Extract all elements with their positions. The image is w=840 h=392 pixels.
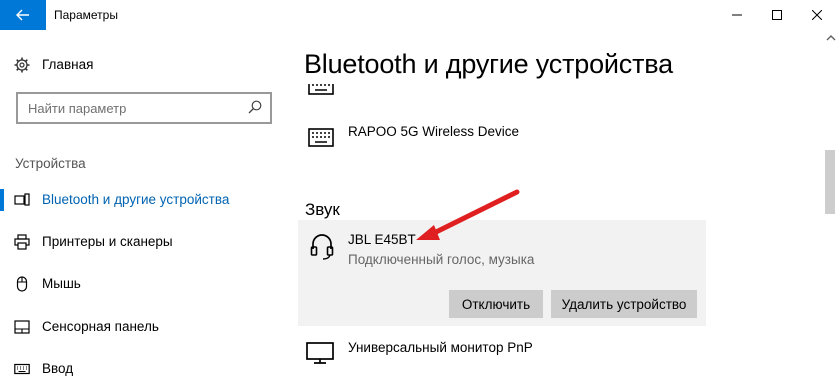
device-card-jbl[interactable]: JBL E45BT Подключенный голос, музыка Отк… [298, 220, 706, 326]
scroll-up-icon[interactable] [826, 34, 836, 42]
window-title: Параметры [54, 8, 118, 22]
section-label-devices: Устройства [15, 156, 86, 171]
minimize-icon [732, 14, 742, 16]
group-header-sound: Звук [305, 200, 340, 219]
sidebar-item-label: Ввод [42, 361, 74, 376]
keyboard-icon [308, 84, 334, 96]
device-name: Универсальный монитор PnP [348, 340, 533, 355]
vertical-scrollbar[interactable] [822, 30, 840, 392]
page-title: Bluetooth и другие устройства [304, 49, 673, 79]
keyboard-icon [308, 128, 334, 147]
device-name: RAPOO 5G Wireless Device [348, 124, 520, 139]
keyboard-icon [14, 363, 30, 375]
gear-icon [14, 57, 30, 73]
sidebar-item-touchpad[interactable]: Сенсорная панель [0, 309, 284, 345]
sidebar-item-printers[interactable]: Принтеры и сканеры [0, 224, 284, 260]
sidebar: Главная Найти параметр Устройства Blueto… [0, 30, 284, 392]
search-placeholder: Найти параметр [28, 101, 127, 116]
headphones-icon [310, 234, 334, 260]
minimize-button[interactable] [720, 0, 754, 30]
sidebar-item-label: Сенсорная панель [42, 319, 159, 334]
home-label: Главная [42, 57, 94, 72]
search-icon [248, 100, 262, 114]
mouse-icon [16, 276, 28, 292]
back-arrow-icon [16, 9, 29, 21]
scrollbar-thumb[interactable] [825, 150, 835, 214]
active-indicator [0, 189, 4, 211]
sidebar-item-bluetooth[interactable]: Bluetooth и другие устройства [0, 182, 284, 218]
remove-device-button[interactable]: Удалить устройство [551, 290, 697, 318]
maximize-icon [772, 10, 782, 20]
bluetooth-devices-icon [14, 193, 30, 206]
touchpad-icon [14, 320, 30, 334]
device-item-rapoo[interactable]: RAPOO 5G Wireless Device [306, 122, 706, 152]
device-item-monitor[interactable]: Универсальный монитор PnP [306, 336, 706, 366]
monitor-icon [306, 342, 334, 364]
back-button[interactable] [0, 0, 46, 30]
sidebar-item-label: Принтеры и сканеры [42, 234, 173, 249]
sidebar-item-label: Мышь [42, 276, 81, 291]
close-button[interactable] [800, 0, 834, 30]
sidebar-item-label: Bluetooth и другие устройства [42, 192, 230, 207]
device-status: Подключенный голос, музыка [348, 252, 535, 267]
printer-icon [14, 234, 30, 250]
sidebar-item-mouse[interactable]: Мышь [0, 266, 284, 302]
maximize-button[interactable] [760, 0, 794, 30]
title-bar: Параметры [0, 0, 840, 30]
main-content: Bluetooth и другие устройства RAPOO 5G W… [284, 30, 822, 392]
sidebar-item-input[interactable]: Ввод [0, 351, 284, 387]
close-icon [812, 10, 822, 20]
search-input[interactable]: Найти параметр [16, 92, 272, 124]
device-name: JBL E45BT [348, 232, 416, 247]
disconnect-button[interactable]: Отключить [449, 290, 543, 318]
